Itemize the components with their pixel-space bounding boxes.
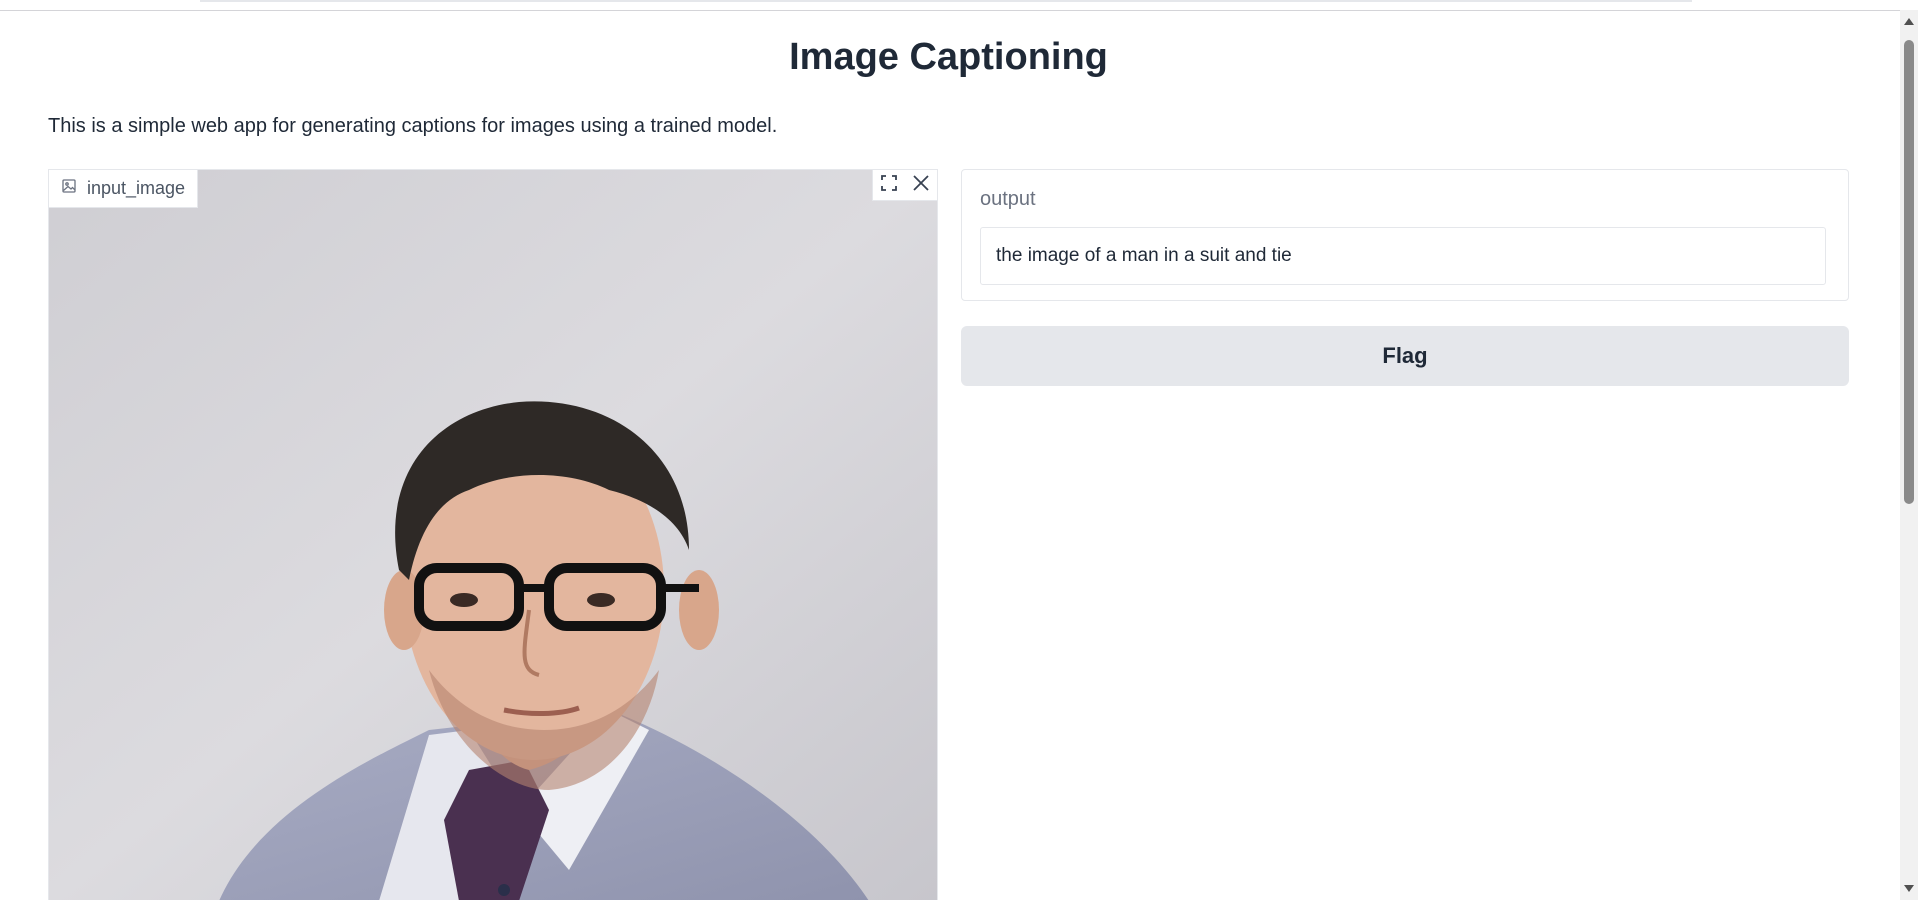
scroll-thumb[interactable] (1904, 40, 1914, 504)
flag-button[interactable]: Flag (961, 326, 1849, 386)
image-icon (61, 178, 77, 199)
scroll-down-arrow-icon[interactable] (1904, 885, 1914, 892)
page-description: This is a simple web app for generating … (48, 115, 778, 137)
output-label: output (980, 188, 1036, 210)
fullscreen-button[interactable] (873, 170, 905, 200)
uploaded-photo (49, 170, 937, 900)
close-icon (911, 173, 931, 198)
output-textbox[interactable]: the image of a man in a suit and tie (980, 227, 1826, 285)
top-strip (0, 0, 1900, 11)
app-page: Image Captioning This is a simple web ap… (0, 0, 1918, 900)
input-image-label: input_image (49, 170, 199, 208)
input-image-panel[interactable]: input_image (48, 169, 938, 900)
page-scrollbar[interactable] (1900, 10, 1918, 900)
output-panel: output the image of a man in a suit and … (961, 169, 1849, 301)
input-image-label-text: input_image (87, 178, 186, 198)
clear-image-button[interactable] (905, 170, 937, 200)
page-title: Image Captioning (789, 36, 1108, 78)
top-strip-bar (200, 0, 1692, 2)
expand-icon (879, 173, 899, 198)
scroll-up-arrow-icon[interactable] (1904, 18, 1914, 25)
image-toolbar (872, 170, 937, 201)
